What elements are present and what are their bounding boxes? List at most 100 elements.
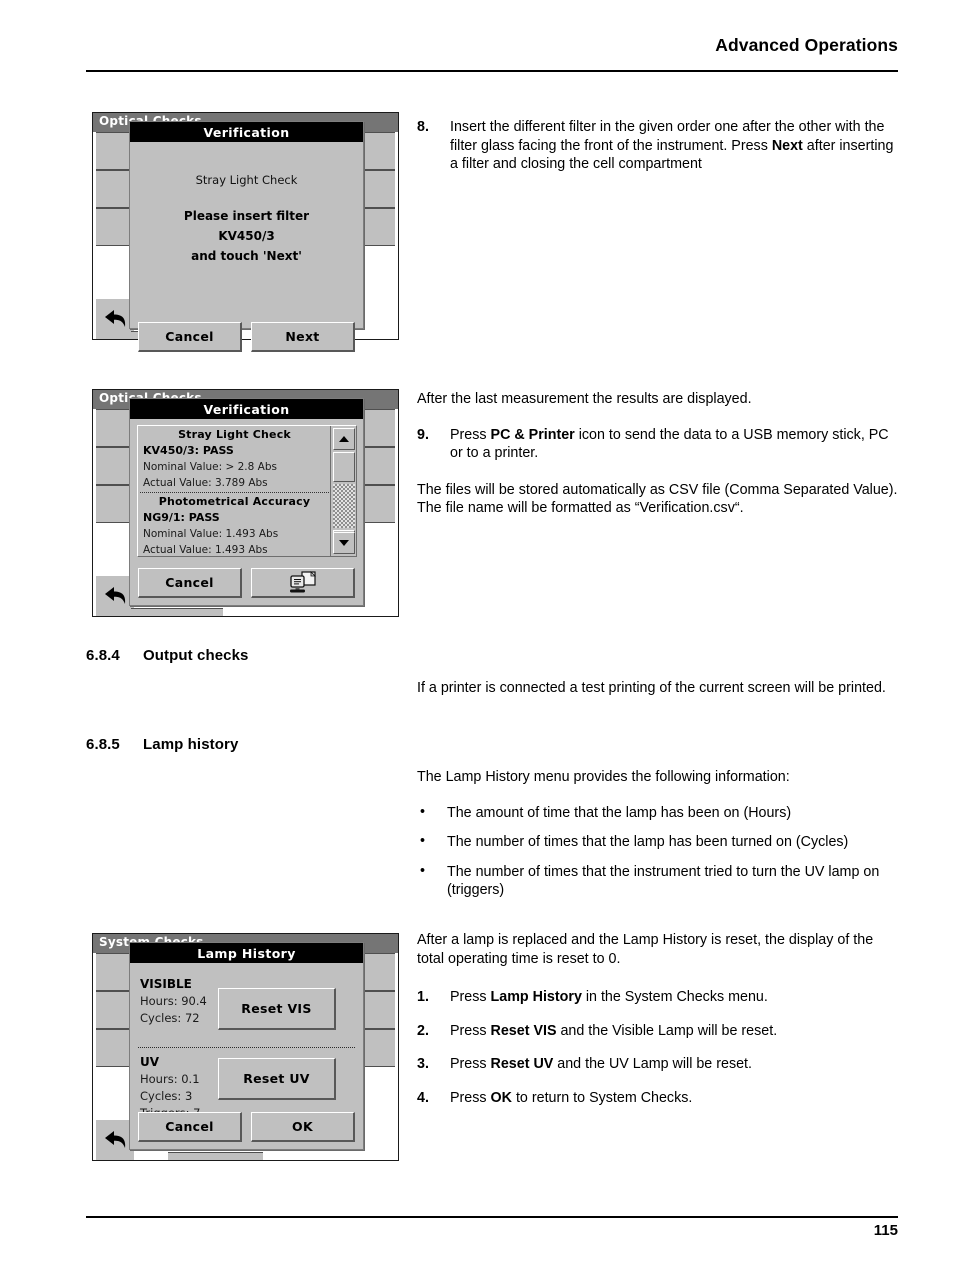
lamp-bullet-1-text: The amount of time that the lamp has bee… xyxy=(447,804,792,821)
csv-note: The files will be stored automatically a… xyxy=(417,481,898,517)
result-key-2: NG9/1: PASS xyxy=(143,511,220,524)
section-heading-output-checks: 6.8.4 Output checks xyxy=(86,647,249,664)
step-9: 9. Press PC & Printer icon to send the d… xyxy=(417,426,899,463)
results-text-block: After the last measurement the results a… xyxy=(417,390,899,518)
reset-uv-button[interactable]: Reset UV xyxy=(218,1058,336,1100)
back-arrow-icon xyxy=(105,310,126,327)
reset-step-2-text-a: Press xyxy=(450,1022,491,1039)
visible-lamp-title: VISIBLE xyxy=(140,977,192,991)
dialog-content-3: VISIBLE Hours: 90.4 Cycles: 72 Reset VIS… xyxy=(130,963,363,1149)
header-title: Advanced Operations xyxy=(715,35,898,55)
next-button[interactable]: Next xyxy=(251,322,355,352)
step-8: 8. Insert the different filter in the gi… xyxy=(417,118,899,174)
cancel-button[interactable]: Cancel xyxy=(138,322,242,352)
printer-note: If a printer is connected a test printin… xyxy=(417,680,886,696)
after-last-measurement-text: After the last measurement the results a… xyxy=(417,391,752,407)
footer-divider xyxy=(86,1216,898,1219)
visible-lamp-cycles: Cycles: 72 xyxy=(140,1011,200,1025)
reset-vis-button[interactable]: Reset VIS xyxy=(218,988,336,1030)
uv-lamp-title: UV xyxy=(140,1055,160,1069)
screenshot-verification-insert-filter: Optical Checks Verification Str xyxy=(92,112,399,352)
bullet-icon: • xyxy=(420,862,426,879)
reset-step-4-text-b: to return to System Checks. xyxy=(511,1089,693,1106)
visible-lamp-hours: Hours: 90.4 xyxy=(140,994,207,1008)
reset-step-4: 4. Press OK to return to System Checks. xyxy=(417,1089,899,1108)
reset-step-1-text-a: Press xyxy=(450,989,491,1006)
reset-step-3-bold: Reset UV xyxy=(490,1056,554,1073)
step-9-number: 9. xyxy=(417,426,429,443)
dialog-title-3: Lamp History xyxy=(130,943,363,963)
results-separator xyxy=(140,492,329,493)
reset-step-4-text-a: Press xyxy=(450,1089,491,1106)
bullet-icon: • xyxy=(420,803,426,820)
reset-step-2-text-b: and the Visible Lamp will be reset. xyxy=(556,1022,778,1039)
section-number: 6.8.5 xyxy=(86,736,120,753)
verification-results-dialog: Verification Stray Light Check KV450/3: … xyxy=(129,398,364,606)
result-nominal-2: Nominal Value: 1.493 Abs xyxy=(143,528,279,540)
cancel-button[interactable]: Cancel xyxy=(138,568,242,598)
pc-and-printer-button[interactable] xyxy=(251,568,355,598)
back-arrow-icon xyxy=(105,1131,126,1148)
screenshot-verification-results: Optical Checks Verification xyxy=(92,389,399,617)
dialog-title-1: Verification xyxy=(130,122,363,142)
step-8-block: 8. Insert the different filter in the gi… xyxy=(417,118,899,174)
dialog-button-row-3: Cancel OK xyxy=(138,1112,355,1142)
dialog-title-2: Verification xyxy=(130,399,363,419)
visible-lamp-info: VISIBLE Hours: 90.4 Cycles: 72 xyxy=(140,976,207,1027)
uv-lamp-cycles: Cycles: 3 xyxy=(140,1089,193,1103)
instrument-bottom-strip-2 xyxy=(131,608,223,616)
scroll-up-button[interactable] xyxy=(333,428,355,450)
lamp-reset-block: After a lamp is replaced and the Lamp Hi… xyxy=(417,931,899,1108)
step-8-number: 8. xyxy=(417,119,429,135)
lamp-bullet-2-text: The number of times that the lamp has be… xyxy=(447,834,849,851)
scroll-up-arrow-icon xyxy=(339,436,349,442)
result-nominal-1: Nominal Value: > 2.8 Abs xyxy=(143,461,277,473)
result-group-header-1: Stray Light Check xyxy=(178,428,291,441)
lamp-bullet-3: • The number of times that the instrumen… xyxy=(417,863,899,900)
scroll-down-button[interactable] xyxy=(333,532,355,554)
pc-and-printer-icon xyxy=(289,570,316,592)
lamp-menu-intro: The Lamp History menu provides the follo… xyxy=(417,769,790,785)
reset-step-3: 3. Press Reset UV and the UV Lamp will b… xyxy=(417,1055,899,1074)
lamp-history-dialog: Lamp History VISIBLE Hours: 90.4 Cycles:… xyxy=(129,942,364,1150)
result-actual-1: Actual Value: 3.789 Abs xyxy=(143,477,268,489)
scrollbar-thumb-upper[interactable] xyxy=(333,452,355,482)
page-header: Advanced Operations xyxy=(86,34,898,72)
lamp-sections-separator xyxy=(138,1047,355,1048)
reset-step-1: 1. Press Lamp History in the System Chec… xyxy=(417,988,899,1007)
section-number: 6.8.4 xyxy=(86,647,120,664)
touch-next-prompt: and touch 'Next' xyxy=(191,249,302,263)
instrument-bottom-strip-3 xyxy=(168,1152,263,1160)
reset-note: After a lamp is replaced and the Lamp Hi… xyxy=(417,932,874,967)
results-list: Stray Light Check KV450/3: PASS Nominal … xyxy=(138,426,331,556)
ok-button[interactable]: OK xyxy=(251,1112,355,1142)
section-heading-lamp-history: 6.8.5 Lamp history xyxy=(86,736,238,753)
scrollbar-track[interactable] xyxy=(333,484,355,528)
reset-step-2-bold: Reset VIS xyxy=(490,1022,557,1039)
back-arrow-icon xyxy=(105,587,126,604)
step-8-bold: Next xyxy=(771,137,803,154)
reset-step-3-number: 3. xyxy=(417,1056,429,1073)
reset-step-4-bold: OK xyxy=(490,1089,512,1106)
results-panel: Stray Light Check KV450/3: PASS Nominal … xyxy=(137,425,357,557)
dialog-content-2: Stray Light Check KV450/3: PASS Nominal … xyxy=(130,419,363,605)
lamp-bullet-2: • The number of times that the lamp has … xyxy=(417,833,899,852)
result-actual-2: Actual Value: 1.493 Abs xyxy=(143,544,268,556)
result-key-1: KV450/3: PASS xyxy=(143,444,234,457)
cancel-button[interactable]: Cancel xyxy=(138,1112,242,1142)
dialog-button-row-1: Cancel Next xyxy=(138,322,355,352)
check-name-label: Stray Light Check xyxy=(195,173,298,187)
screenshot-lamp-history: System Checks s e Lamp History xyxy=(92,933,399,1161)
verification-dialog-1: Verification Stray Light Check Please in… xyxy=(129,121,364,352)
results-scrollbar[interactable] xyxy=(330,426,356,556)
reset-step-3-text-b: and the UV Lamp will be reset. xyxy=(553,1056,752,1073)
reset-step-2: 2. Press Reset VIS and the Visible Lamp … xyxy=(417,1022,899,1041)
reset-step-2-number: 2. xyxy=(417,1022,429,1039)
page-footer: 115 xyxy=(86,1216,898,1256)
filter-id-label: KV450/3 xyxy=(218,229,275,243)
reset-step-1-text-b: in the System Checks menu. xyxy=(581,989,768,1006)
document-page: Advanced Operations Optical Checks xyxy=(0,0,954,1270)
bullet-icon: • xyxy=(420,833,426,850)
insert-filter-prompt: Please insert filter xyxy=(183,209,310,223)
lamp-history-info-block: The Lamp History menu provides the follo… xyxy=(417,768,899,900)
